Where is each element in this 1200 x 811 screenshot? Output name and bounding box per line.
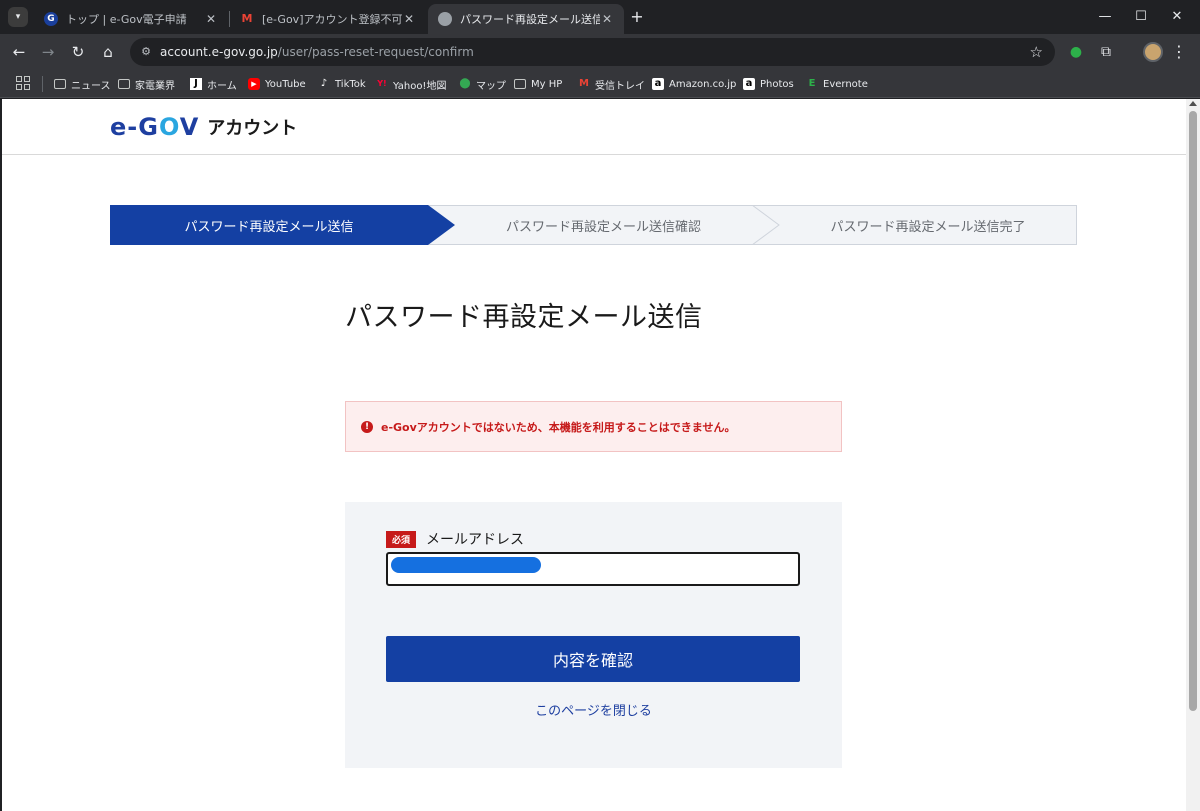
address-bar[interactable]: ⚙ account.e-gov.go.jp/user/pass-reset-re… [130, 38, 1055, 66]
bookmark-divider [42, 76, 43, 92]
profile-avatar[interactable] [1143, 42, 1163, 62]
close-tab-icon[interactable]: ✕ [204, 12, 218, 26]
bookmark-home[interactable]: J ホーム [190, 76, 237, 92]
back-button[interactable]: ← [8, 42, 30, 62]
url-host: account.e-gov.go.jp [160, 45, 278, 59]
bookmark-label: Amazon.co.jp [669, 78, 737, 90]
bookmark-evernote[interactable]: E Evernote [806, 76, 868, 92]
bookmark-label: Photos [760, 78, 794, 90]
egov-account-logo[interactable]: e-GOV アカウント [110, 113, 297, 141]
confirm-button[interactable]: 内容を確認 [386, 636, 800, 682]
gmail-favicon-icon: M [241, 12, 253, 25]
bookmark-youtube[interactable]: ▶ YouTube [248, 76, 306, 92]
step-divider [751, 205, 780, 245]
apps-grid-icon[interactable] [16, 76, 30, 90]
bookmark-label: ニュース [71, 80, 111, 92]
logo-mark-v: V [179, 113, 200, 141]
close-tab-icon[interactable]: ✕ [402, 12, 416, 26]
url-path: /user/pass-reset-request/confirm [277, 45, 474, 59]
bookmark-label: 受信トレイ [595, 80, 645, 92]
yahoo-icon: Y! [377, 79, 387, 88]
evernote-icon: E [808, 78, 816, 89]
amazon-icon: a [652, 78, 664, 90]
step-1: パスワード再設定メール送信 [184, 219, 354, 235]
bookmark-news[interactable]: ニュース [54, 76, 111, 92]
bookmark-label: TikTok [335, 78, 366, 90]
redaction-mark [391, 557, 541, 573]
error-message: e-Govアカウントではないため、本機能を利用することはできません。 [381, 420, 736, 434]
j-logo-icon: J [190, 78, 202, 90]
reset-form-panel: 必須 メールアドレス 内容を確認 このページを閉じる [345, 502, 842, 768]
new-tab-button[interactable]: + [627, 7, 647, 27]
close-window-button[interactable]: ✕ [1154, 0, 1200, 34]
browser-toolbar: ← → ↻ ⌂ ⚙ account.e-gov.go.jp/user/pass-… [0, 34, 1200, 70]
youtube-icon: ▶ [248, 78, 260, 90]
bookmark-star-icon[interactable]: ☆ [1030, 43, 1043, 61]
tab-egov-top[interactable]: G トップ | e-Gov電子申請 ✕ [34, 4, 228, 34]
reload-button[interactable]: ↻ [67, 42, 89, 62]
extensions-puzzle-icon[interactable]: ⧉ [1096, 42, 1116, 62]
bookmark-amazon[interactable]: a Amazon.co.jp [652, 76, 736, 92]
forward-button[interactable]: → [37, 42, 59, 62]
bookmark-label: Evernote [823, 78, 868, 90]
logo-mark: e-GOV [110, 113, 199, 141]
email-label: メールアドレス [426, 532, 525, 548]
folder-icon [514, 79, 526, 89]
url-text[interactable]: account.e-gov.go.jp/user/pass-reset-requ… [160, 45, 474, 59]
folder-icon [118, 79, 130, 89]
tab-gmail[interactable]: M [e-Gov]アカウント登録不可-メール ✕ [230, 4, 426, 34]
globe-favicon-icon [438, 12, 452, 26]
bookmark-kaden[interactable]: 家電業界 [118, 76, 175, 92]
bookmark-label: YouTube [265, 78, 306, 90]
tab-title: トップ | e-Gov電子申請 [66, 13, 187, 26]
map-pin-icon: ⬤ [459, 78, 471, 89]
email-label-row: 必須 メールアドレス [386, 529, 524, 549]
scrollbar-thumb[interactable] [1189, 111, 1197, 711]
close-page-link[interactable]: このページを閉じる [345, 700, 842, 719]
logo-mark-e: e- [110, 113, 139, 141]
error-circle-icon: ! [361, 420, 373, 433]
page-viewport: e-GOV アカウント パスワード再設定メール送信 パスワード再設定メール送信確… [2, 99, 1186, 811]
bookmark-photos[interactable]: a Photos [743, 76, 794, 92]
bookmark-label: Yahoo!地図 [393, 80, 447, 92]
progress-stepper: パスワード再設定メール送信 パスワード再設定メール送信確認 パスワード再設定メー… [110, 205, 1077, 245]
bookmark-yahoo-map[interactable]: Y! Yahoo!地図 [376, 76, 446, 92]
home-button[interactable]: ⌂ [97, 42, 119, 62]
tab-search-button[interactable]: ▾ [8, 7, 28, 27]
tab-password-reset[interactable]: パスワード再設定メール送信 ✕ [428, 4, 624, 34]
required-badge: 必須 [386, 530, 417, 548]
step-3: パスワード再設定メール送信完了 [830, 219, 1026, 235]
error-alert: ! e-Govアカウントではないため、本機能を利用することはできません。 [345, 401, 842, 452]
gmail-icon: M [579, 78, 589, 89]
logo-mark-o: O [158, 113, 180, 141]
site-info-icon[interactable]: ⚙ [138, 44, 154, 60]
egov-favicon-icon: G [44, 12, 58, 26]
bookmark-inbox[interactable]: M 受信トレイ [578, 76, 645, 92]
tab-title: [e-Gov]アカウント登録不可-メール [262, 13, 402, 26]
page-title: パスワード再設定メール送信 [345, 302, 703, 333]
bookmark-label: 家電業界 [135, 80, 175, 92]
browser-menu-button[interactable]: ⋮ [1170, 42, 1188, 62]
amazon-photos-icon: a [743, 78, 755, 90]
scroll-up-arrow-icon[interactable] [1189, 101, 1197, 106]
logo-subtitle: アカウント [207, 118, 298, 139]
tab-strip: ▾ G トップ | e-Gov電子申請 ✕ M [e-Gov]アカウント登録不可… [0, 0, 1200, 34]
bookmark-my-hp[interactable]: My HP [514, 76, 562, 92]
logo-mark-g: G [138, 113, 159, 141]
bookmark-maps[interactable]: ⬤ マップ [459, 76, 506, 92]
evernote-extension-icon[interactable]: ● [1066, 42, 1086, 62]
bookmark-label: My HP [531, 78, 563, 90]
tab-title: パスワード再設定メール送信 [460, 13, 600, 26]
bookmark-tiktok[interactable]: ♪ TikTok [318, 76, 366, 92]
folder-icon [54, 79, 66, 89]
close-tab-icon[interactable]: ✕ [600, 12, 614, 26]
bookmark-label: マップ [476, 80, 506, 92]
site-header: e-GOV アカウント [2, 99, 1186, 155]
page-scrollbar[interactable] [1186, 99, 1200, 811]
bookmark-label: ホーム [207, 80, 237, 92]
tiktok-icon: ♪ [320, 78, 328, 89]
step-2: パスワード再設定メール送信確認 [505, 219, 701, 235]
